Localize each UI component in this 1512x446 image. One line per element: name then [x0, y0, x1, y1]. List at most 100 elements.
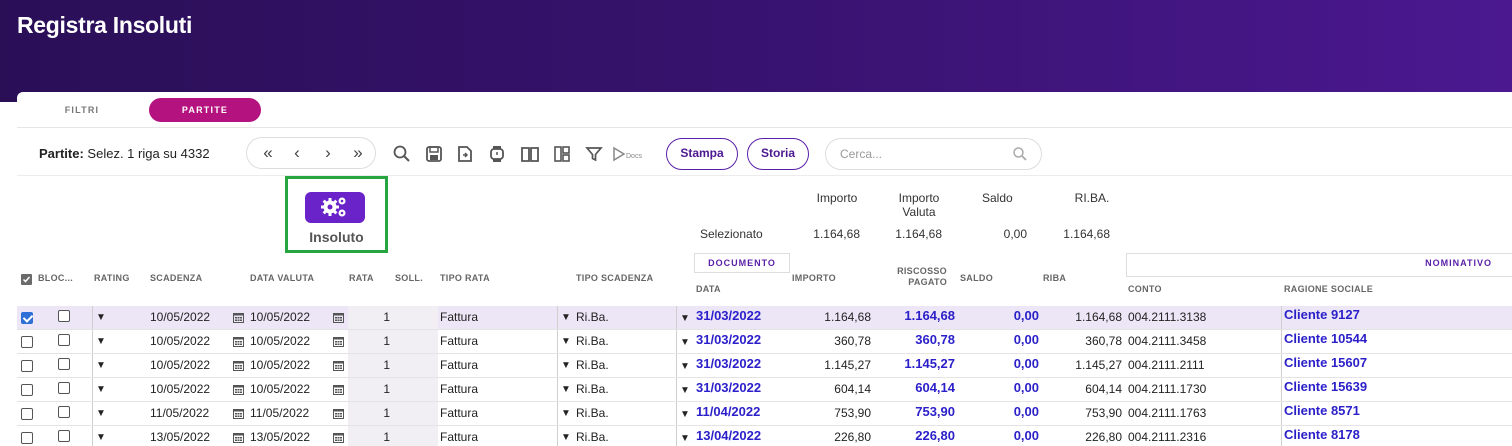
calendar-icon[interactable]	[333, 336, 344, 347]
scadenza-cell[interactable]: 13/05/2022	[150, 426, 210, 446]
tab-partite[interactable]: PARTITE	[149, 98, 261, 122]
ragione-sociale-link[interactable]: Cliente 9127	[1284, 303, 1360, 326]
tipo-rata-dropdown[interactable]: ▼	[560, 383, 572, 397]
col-header-conto[interactable]: CONTO	[1128, 284, 1162, 294]
row-select-checkbox[interactable]	[21, 360, 33, 372]
search-field-icon[interactable]	[1012, 146, 1028, 162]
calendar-icon[interactable]	[233, 336, 244, 347]
calendar-icon[interactable]	[333, 312, 344, 323]
col-header-soll[interactable]: SOLL.	[395, 273, 423, 283]
export-icon[interactable]	[455, 144, 475, 164]
tipo-scadenza-cell[interactable]: Ri.Ba.	[576, 330, 609, 353]
rating-dropdown[interactable]: ▼	[95, 431, 107, 445]
select-all-checkbox[interactable]	[21, 274, 32, 285]
data-valuta-cell[interactable]: 11/05/2022	[250, 402, 309, 425]
data-valuta-cell[interactable]: 10/05/2022	[250, 306, 310, 329]
docs-icon[interactable]: Docs	[612, 144, 646, 164]
data-documento-link[interactable]: 13/04/2022	[696, 424, 761, 446]
rating-dropdown[interactable]: ▼	[95, 407, 107, 421]
ragione-sociale-link[interactable]: Cliente 15639	[1284, 375, 1367, 398]
filter-icon[interactable]	[584, 144, 604, 164]
calendar-icon[interactable]	[233, 360, 244, 371]
tipo-rata-cell[interactable]: Fattura	[440, 354, 478, 377]
tipo-rata-cell[interactable]: Fattura	[440, 330, 478, 353]
tipo-rata-dropdown[interactable]: ▼	[560, 407, 572, 421]
rating-dropdown[interactable]: ▼	[95, 383, 107, 397]
storia-button[interactable]: Storia	[747, 138, 809, 170]
tipo-scadenza-dropdown[interactable]: ▼	[679, 336, 691, 350]
insoluto-button[interactable]	[305, 192, 365, 223]
watch-icon[interactable]	[487, 144, 507, 164]
data-valuta-cell[interactable]: 10/05/2022	[250, 330, 310, 353]
col-header-rating[interactable]: RATING	[94, 273, 130, 283]
row-select-checkbox[interactable]	[21, 312, 33, 324]
ragione-sociale-link[interactable]: Cliente 15607	[1284, 351, 1367, 374]
rating-dropdown[interactable]: ▼	[95, 311, 107, 325]
rating-dropdown[interactable]: ▼	[95, 335, 107, 349]
calendar-icon[interactable]	[333, 360, 344, 371]
col-header-riba[interactable]: RIBA	[1043, 273, 1066, 283]
tipo-scadenza-dropdown[interactable]: ▼	[679, 312, 691, 326]
tab-filtri[interactable]: FILTRI	[37, 98, 127, 122]
scadenza-cell[interactable]: 10/05/2022	[150, 306, 210, 329]
rata-cell[interactable]: 1	[362, 378, 390, 401]
rata-cell[interactable]: 1	[362, 402, 390, 425]
ragione-sociale-link[interactable]: Cliente 10544	[1284, 327, 1367, 350]
row-select-checkbox[interactable]	[21, 336, 33, 348]
search-icon[interactable]	[392, 144, 412, 164]
calendar-icon[interactable]	[333, 408, 344, 419]
tipo-scadenza-dropdown[interactable]: ▼	[679, 384, 691, 398]
data-valuta-cell[interactable]: 10/05/2022	[250, 354, 310, 377]
rating-dropdown[interactable]: ▼	[95, 359, 107, 373]
tipo-scadenza-dropdown[interactable]: ▼	[679, 432, 691, 446]
scadenza-cell[interactable]: 10/05/2022	[150, 378, 210, 401]
table-row[interactable]: ▼ 13/05/2022 13/05/2022 1 Fattura ▼ Ri.Ba. ▼ 13/…	[17, 426, 1512, 446]
tipo-rata-dropdown[interactable]: ▼	[560, 311, 572, 325]
tipo-rata-cell[interactable]: Fattura	[440, 306, 478, 329]
bloc-checkbox[interactable]	[58, 406, 70, 418]
ragione-sociale-link[interactable]: Cliente 8571	[1284, 399, 1360, 422]
first-page-button[interactable]: «	[257, 143, 279, 163]
rata-cell[interactable]: 1	[362, 354, 390, 377]
row-select-checkbox[interactable]	[21, 432, 33, 444]
calendar-icon[interactable]	[233, 432, 244, 443]
calendar-icon[interactable]	[333, 384, 344, 395]
col-header-bloc[interactable]: BLOC...	[38, 273, 73, 283]
rata-cell[interactable]: 1	[362, 306, 390, 329]
tipo-rata-cell[interactable]: Fattura	[440, 378, 478, 401]
data-valuta-cell[interactable]: 10/05/2022	[250, 378, 310, 401]
tipo-scadenza-dropdown[interactable]: ▼	[679, 408, 691, 422]
col-header-saldo[interactable]: SALDO	[960, 273, 993, 283]
tipo-rata-dropdown[interactable]: ▼	[560, 431, 572, 445]
row-select-checkbox[interactable]	[21, 384, 33, 396]
search-input[interactable]	[840, 145, 1000, 163]
tipo-rata-cell[interactable]: Fattura	[440, 426, 478, 446]
tipo-rata-dropdown[interactable]: ▼	[560, 359, 572, 373]
data-documento-link[interactable]: 11/04/2022	[696, 400, 760, 423]
col-header-data[interactable]: DATA	[696, 284, 721, 294]
col-header-tipo-scadenza[interactable]: TIPO SCADENZA	[576, 273, 653, 283]
data-documento-link[interactable]: 31/03/2022	[696, 376, 761, 399]
bloc-checkbox[interactable]	[58, 358, 70, 370]
tipo-scadenza-dropdown[interactable]: ▼	[679, 360, 691, 374]
prev-page-button[interactable]: ‹	[286, 143, 308, 163]
tipo-scadenza-cell[interactable]: Ri.Ba.	[576, 402, 609, 425]
calendar-icon[interactable]	[233, 408, 244, 419]
data-documento-link[interactable]: 31/03/2022	[696, 304, 761, 327]
data-documento-link[interactable]: 31/03/2022	[696, 328, 761, 351]
calendar-icon[interactable]	[333, 432, 344, 443]
calendar-icon[interactable]	[233, 384, 244, 395]
row-select-checkbox[interactable]	[21, 408, 33, 420]
stampa-button[interactable]: Stampa	[666, 138, 738, 170]
rata-cell[interactable]: 1	[362, 330, 390, 353]
bloc-checkbox[interactable]	[58, 334, 70, 346]
tipo-scadenza-cell[interactable]: Ri.Ba.	[576, 426, 609, 446]
col-header-ragione-sociale[interactable]: RAGIONE SOCIALE	[1284, 284, 1373, 294]
col-header-scadenza[interactable]: SCADENZA	[150, 273, 202, 283]
tipo-rata-dropdown[interactable]: ▼	[560, 335, 572, 349]
col-header-rata[interactable]: RATA	[349, 273, 374, 283]
tipo-scadenza-cell[interactable]: Ri.Ba.	[576, 378, 609, 401]
ragione-sociale-link[interactable]: Cliente 8178	[1284, 423, 1360, 446]
next-page-button[interactable]: ›	[317, 143, 339, 163]
last-page-button[interactable]: »	[347, 143, 369, 163]
